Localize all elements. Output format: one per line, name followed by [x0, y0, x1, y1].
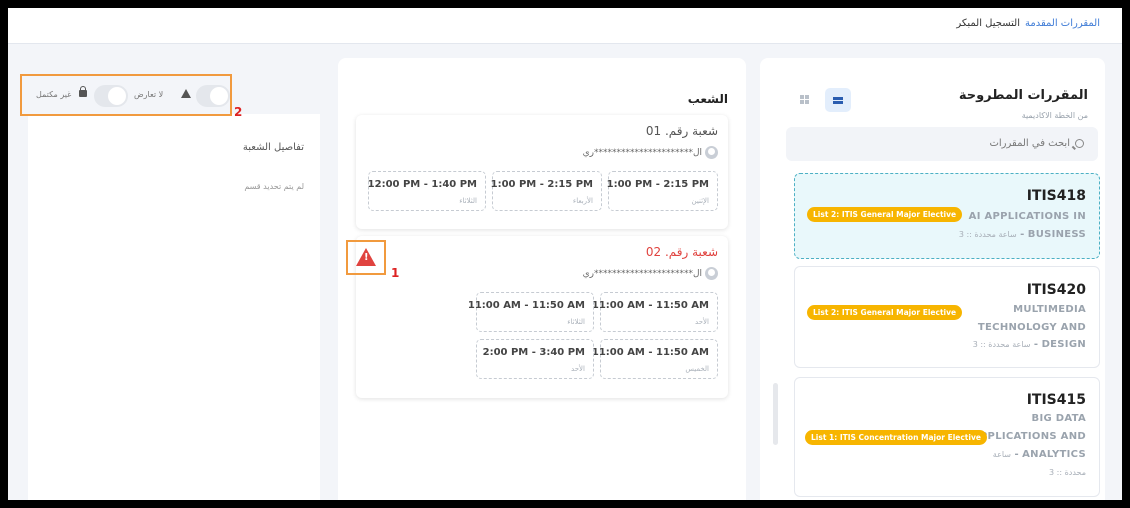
- filter-toggles-highlight: لا تعارض غير مكتمل: [20, 74, 232, 116]
- grid-view-button[interactable]: [792, 88, 818, 112]
- search-placeholder: ابحث في المقررات: [989, 138, 1070, 149]
- course-name-line: AI APPLICATIONS IN: [968, 211, 1086, 222]
- course-name-line: BIG DATA: [1031, 413, 1086, 424]
- lock-icon: [79, 86, 87, 97]
- details-title: تفاصيل الشعبة: [242, 142, 304, 153]
- avatar-icon: [705, 146, 718, 159]
- list-view-button[interactable]: [825, 88, 851, 112]
- elective-badge: List 1: ITIS Concentration Major Electiv…: [805, 430, 987, 445]
- time-slot: 1:00 PM - 2:15 PM الأربعاء: [491, 171, 602, 211]
- time-slot: 11:00 AM - 11:50 AM الأحد: [592, 292, 718, 332]
- course-code: ITIS420: [1026, 282, 1086, 298]
- course-name-line: APPLICATIONS AND: [971, 431, 1086, 442]
- section-title: شعبة رقم. 02: [645, 245, 718, 259]
- course-card[interactable]: ITIS415 BIG DATA APPLICATIONS AND ساعة -…: [794, 377, 1100, 497]
- avatar-icon: [705, 267, 718, 280]
- time-slot: 2:00 PM - 3:40 PM الأحد: [476, 339, 594, 379]
- course-code: ITIS418: [1026, 188, 1086, 204]
- incomplete-toggle[interactable]: [94, 85, 128, 107]
- annotation-number: 2: [234, 105, 243, 119]
- tab-early-registration[interactable]: التسجيل المبكر: [956, 18, 1020, 29]
- panel-subtitle: من الخطة الاكاديمية: [1021, 111, 1088, 120]
- elective-badge: List 2: ITIS General Major Elective: [807, 305, 963, 320]
- conflict-warning-highlight: !: [346, 240, 386, 275]
- warning-icon[interactable]: !: [356, 248, 376, 266]
- scrollbar-thumb[interactable]: [773, 383, 778, 445]
- details-empty-text: لم يتم تحديد قسم: [244, 182, 304, 191]
- time-slot: 11:00 AM - 11:50 AM الخميس: [592, 339, 718, 379]
- instructor-name: ال**********************ري: [583, 267, 718, 280]
- tab-offered-courses[interactable]: المقررات المقدمة: [1025, 18, 1100, 29]
- section-title: شعبة رقم. 01: [645, 124, 718, 138]
- no-conflict-toggle[interactable]: [196, 85, 230, 107]
- course-card[interactable]: ITIS420 MULTIMEDIA TECHNOLOGY AND ساعة م…: [794, 266, 1100, 368]
- incomplete-label: غير مكتمل: [36, 90, 72, 99]
- instructor-name: ال**********************ري: [583, 146, 718, 159]
- elective-badge: List 2: ITIS General Major Elective: [807, 207, 963, 222]
- course-meta: محددة :: 3: [1049, 468, 1086, 477]
- course-search-input[interactable]: ابحث في المقررات: [786, 127, 1098, 161]
- panel-title: المقررات المطروحة: [958, 88, 1088, 103]
- warning-icon: [181, 89, 191, 98]
- annotation-number: 1: [391, 266, 400, 280]
- section-details-panel: تفاصيل الشعبة لم يتم تحديد قسم: [28, 114, 320, 500]
- course-name-line: TECHNOLOGY AND: [977, 322, 1086, 333]
- course-name-line: ساعة - ANALYTICS: [992, 449, 1086, 460]
- section-card[interactable]: شعبة رقم. 01 ال**********************ري …: [356, 115, 728, 229]
- top-tab-bar: المقررات المقدمة التسجيل المبكر: [8, 8, 1122, 44]
- section-card[interactable]: شعبة رقم. 02 ال**********************ري …: [356, 236, 728, 398]
- no-conflict-label: لا تعارض: [134, 90, 164, 99]
- search-icon: [1075, 139, 1084, 148]
- course-code: ITIS415: [1026, 392, 1086, 408]
- sections-title: الشعب: [687, 92, 728, 106]
- course-card[interactable]: ITIS418 AI APPLICATIONS IN ساعة محددة ::…: [794, 173, 1100, 259]
- offered-courses-panel: المقررات المطروحة من الخطة الاكاديمية اب…: [760, 58, 1105, 500]
- time-slot: 1:00 PM - 2:15 PM الإثنين: [607, 171, 718, 211]
- time-slot: 12:00 PM - 1:40 PM الثلاثاء: [368, 171, 486, 211]
- course-name-line: MULTIMEDIA: [1013, 304, 1086, 315]
- time-slot: 11:00 AM - 11:50 AM الثلاثاء: [468, 292, 594, 332]
- course-name-line: ساعة محددة :: 3 - BUSINESS: [958, 229, 1086, 240]
- app-frame: المقررات المقدمة التسجيل المبكر المقررات…: [8, 8, 1122, 500]
- course-name-line: ساعة محددة :: 3 - DESIGN: [972, 339, 1086, 350]
